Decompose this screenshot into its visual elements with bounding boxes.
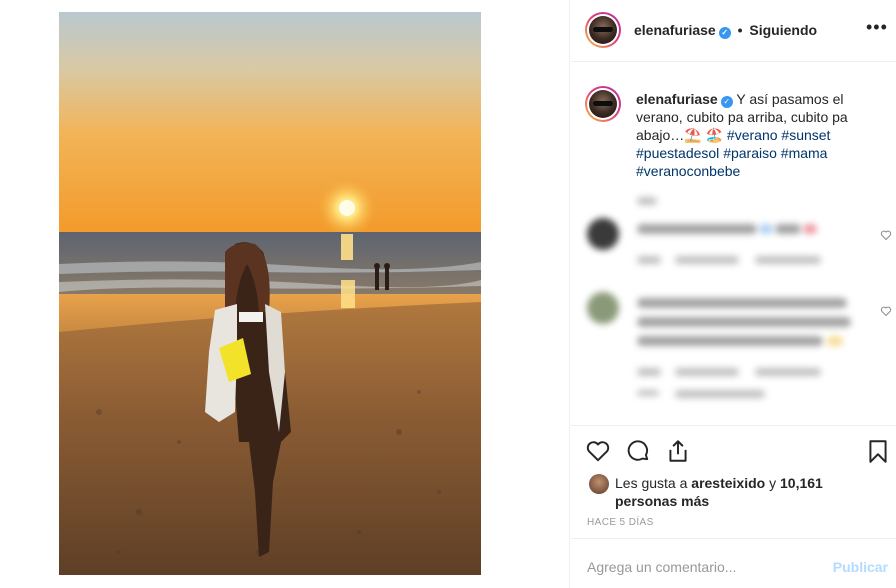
bookmark-icon[interactable] bbox=[865, 438, 891, 464]
comment-icon[interactable] bbox=[625, 438, 651, 464]
heart-icon[interactable] bbox=[585, 438, 611, 464]
blurred-text bbox=[637, 224, 757, 234]
author-avatar[interactable] bbox=[585, 12, 621, 48]
share-icon[interactable] bbox=[665, 438, 691, 464]
blurred-text bbox=[637, 256, 661, 264]
comment-composer: Agrega un comentario... Publicar bbox=[571, 538, 896, 588]
more-options-icon[interactable]: ••• bbox=[866, 18, 887, 38]
post-side-panel: elenafuriase ✓ • Siguiendo ••• elenafuria… bbox=[571, 0, 896, 588]
likes-prefix: Les gusta a bbox=[615, 475, 688, 491]
blurred-text bbox=[759, 224, 773, 234]
blurred-text bbox=[637, 298, 847, 308]
caption-author-avatar[interactable] bbox=[585, 86, 621, 122]
comment-avatar[interactable] bbox=[587, 292, 619, 324]
publish-button[interactable]: Publicar bbox=[833, 559, 888, 575]
blurred-text bbox=[637, 336, 823, 346]
blurred-text bbox=[675, 390, 765, 398]
author-username[interactable]: elenafuriase bbox=[634, 22, 716, 38]
likes-connector: y bbox=[769, 475, 777, 491]
blurred-text bbox=[637, 390, 659, 396]
caption-username[interactable]: elenafuriase bbox=[636, 91, 718, 107]
hashtag[interactable]: #veranoconbebe bbox=[636, 163, 740, 179]
hashtag[interactable]: #mama bbox=[781, 145, 828, 161]
blurred-text bbox=[755, 368, 821, 376]
post-header: elenafuriase ✓ • Siguiendo ••• bbox=[571, 0, 896, 62]
blurred-text bbox=[775, 224, 801, 234]
liker-avatar[interactable] bbox=[589, 474, 609, 494]
caption-emojis: ⛱️ 🏖️ bbox=[684, 127, 724, 143]
likes-text: Les gusta a aresteixido y 10,161 persona… bbox=[615, 474, 875, 510]
media-pane bbox=[0, 0, 570, 588]
beach-sunset-image bbox=[59, 12, 481, 575]
post-actions: Les gusta a aresteixido y 10,161 persona… bbox=[571, 425, 896, 538]
comment-like-icon[interactable] bbox=[880, 305, 892, 317]
verified-badge-icon: ✓ bbox=[720, 96, 733, 108]
comment-like-icon[interactable] bbox=[880, 229, 892, 241]
post-timestamp[interactable]: HACE 5 DÍAS bbox=[587, 517, 654, 528]
hashtag[interactable]: #puestadesol bbox=[636, 145, 719, 161]
blurred-text bbox=[637, 197, 657, 205]
liker-username[interactable]: aresteixido bbox=[691, 475, 765, 491]
hashtag[interactable]: #paraiso bbox=[723, 145, 777, 161]
blurred-text bbox=[675, 256, 739, 264]
blurred-text bbox=[675, 368, 739, 376]
blurred-text bbox=[803, 224, 817, 234]
hashtag[interactable]: #verano bbox=[727, 127, 778, 143]
post-photo[interactable] bbox=[59, 12, 481, 575]
following-button[interactable]: Siguiendo bbox=[749, 22, 817, 38]
separator-dot: • bbox=[737, 22, 743, 38]
hashtag[interactable]: #sunset bbox=[781, 127, 830, 143]
post-caption: elenafuriase ✓ Y así pasamos el verano, c… bbox=[636, 90, 886, 180]
comment-avatar[interactable] bbox=[587, 218, 619, 250]
blurred-text bbox=[827, 336, 843, 346]
blurred-text bbox=[637, 368, 661, 376]
header-user-line: elenafuriase ✓ • Siguiendo bbox=[634, 22, 817, 39]
comment-input[interactable]: Agrega un comentario... bbox=[587, 559, 736, 575]
verified-badge-icon: ✓ bbox=[718, 27, 731, 39]
blurred-text bbox=[755, 256, 821, 264]
blurred-text bbox=[637, 317, 851, 327]
